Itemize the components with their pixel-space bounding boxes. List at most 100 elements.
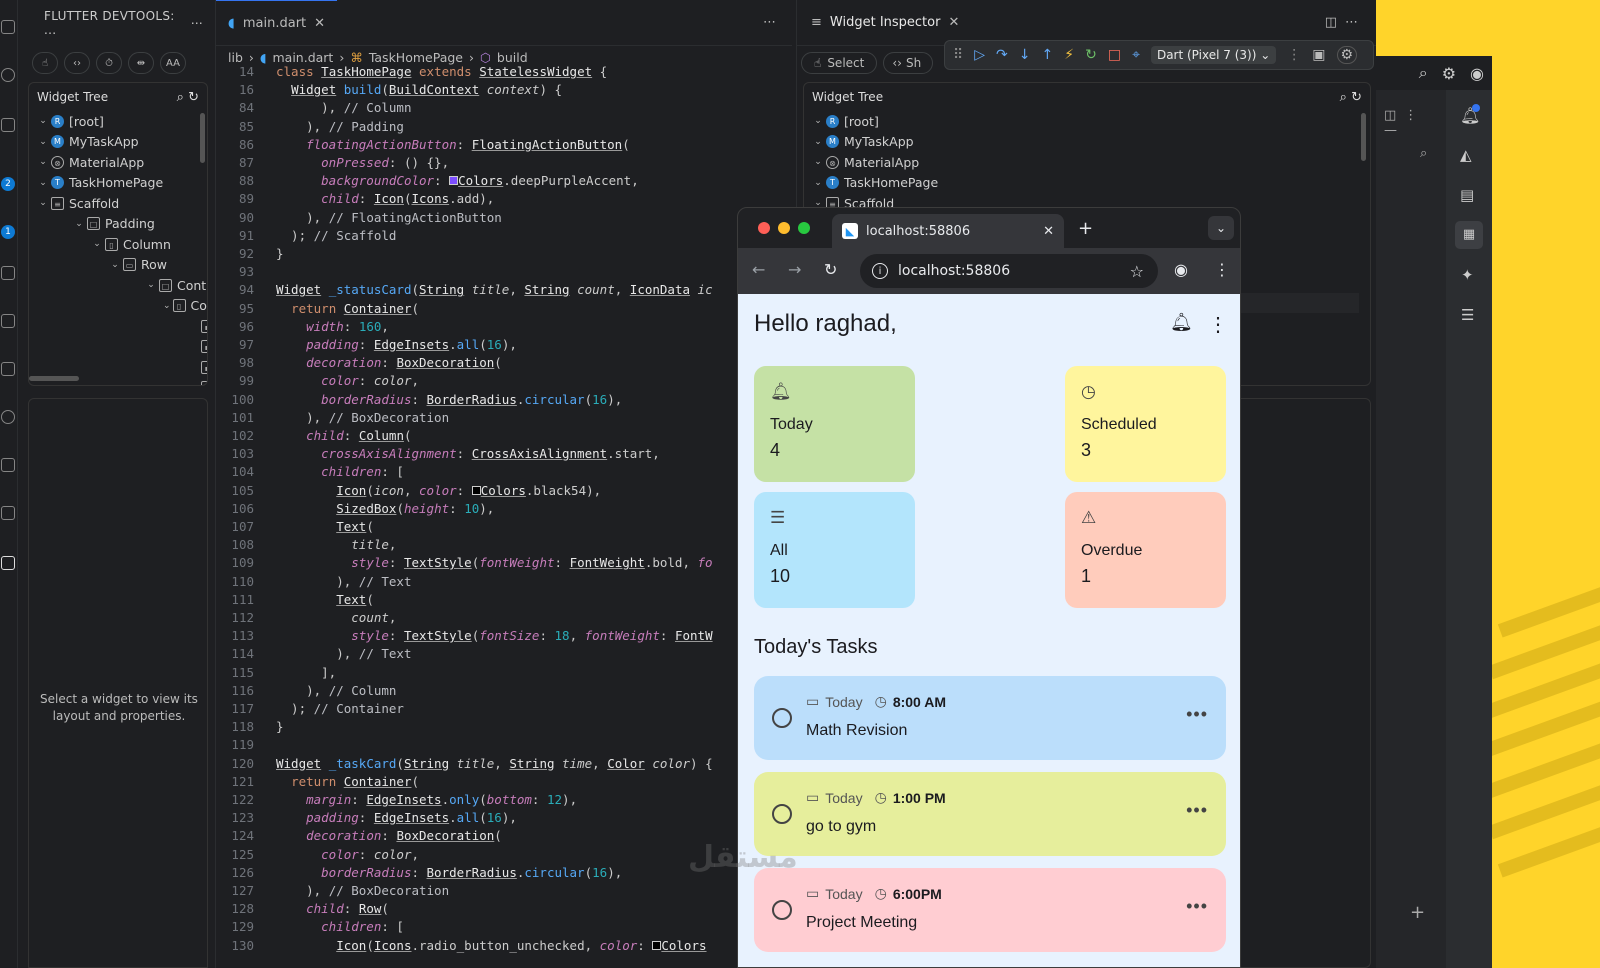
code-line[interactable]: crossAxisAlignment: CrossAxisAlignment.s… <box>276 446 660 461</box>
code-line[interactable]: decoration: BoxDecoration( <box>276 828 502 843</box>
timeline-icon[interactable] <box>1 410 15 424</box>
code-line[interactable]: ), // Text <box>276 646 411 661</box>
breadcrumb-method[interactable]: build <box>497 50 528 65</box>
code-line[interactable]: ), // BoxDecoration <box>276 410 449 425</box>
image-icon[interactable]: ▣ <box>1312 47 1325 63</box>
bookmark-star-icon[interactable]: ☆ <box>1130 262 1144 281</box>
code-line[interactable]: backgroundColor: Colors.deepPurpleAccent… <box>276 173 639 188</box>
close-icon[interactable]: ✕ <box>314 16 325 31</box>
step-over-icon[interactable]: ↷ <box>996 47 1008 63</box>
step-out-icon[interactable]: ↑ <box>1042 47 1054 63</box>
tree-item[interactable]: ⌄ T TaskHomePage <box>37 173 207 194</box>
settings-icon[interactable]: ⚙ <box>1442 64 1456 83</box>
tree-item[interactable]: ⌄ ≡ Scaffold <box>37 193 207 214</box>
devtools-icon[interactable]: ⌖ <box>1132 47 1140 63</box>
tree-item[interactable]: ⌄ R [root] <box>37 111 207 132</box>
back-icon[interactable]: ← <box>752 260 765 279</box>
code-line[interactable]: onPressed: () {}, <box>276 155 449 170</box>
remote-icon[interactable] <box>1 362 15 376</box>
code-line[interactable]: Widget _taskCard(String title, String ti… <box>276 756 713 771</box>
breadcrumb-class[interactable]: TaskHomePage <box>369 50 463 65</box>
vertical-scrollbar[interactable] <box>1361 113 1366 161</box>
forward-icon[interactable]: → <box>788 260 801 279</box>
code-line[interactable]: Icon(Icons.radio_button_unchecked, color… <box>276 938 706 953</box>
code-line[interactable]: SizedBox(height: 10), <box>276 501 494 516</box>
inspector-tab-label[interactable]: Widget Inspector <box>830 15 941 30</box>
code-line[interactable]: children: [ <box>276 919 404 934</box>
clipboard-icon[interactable]: ▦ <box>1455 221 1483 249</box>
search-icon[interactable]: ⌕ <box>177 90 184 105</box>
tree-item[interactable]: ⌄ R [root] <box>812 111 1370 132</box>
code-line[interactable]: style: TextStyle(fontWeight: FontWeight.… <box>276 555 712 570</box>
account-icon[interactable]: ◉ <box>1470 64 1484 83</box>
tree-item-truncated[interactable]: ▪ <box>37 357 207 378</box>
code-line[interactable]: child: Column( <box>276 428 411 443</box>
code-line[interactable]: ), // Text <box>276 574 411 589</box>
code-line[interactable]: borderRadius: BorderRadius.circular(16), <box>276 392 622 407</box>
stop-icon[interactable]: □ <box>1108 47 1121 63</box>
code-line[interactable]: return Container( <box>276 301 419 316</box>
tab-search-icon[interactable]: ⌄ <box>1208 216 1234 240</box>
inspect-icon[interactable]: ◭ <box>1460 146 1472 164</box>
code-line[interactable]: borderRadius: BorderRadius.circular(16), <box>276 865 622 880</box>
tree-item[interactable]: ⌄ T TaskHomePage <box>812 173 1370 194</box>
app-menu-icon[interactable]: ⋮ <box>1208 312 1228 337</box>
refresh-icon[interactable]: ↻ <box>188 90 199 105</box>
tree-item[interactable]: ⌄ M MyTaskApp <box>37 132 207 153</box>
chevron-down-icon[interactable]: ⌄ <box>37 157 49 167</box>
drag-handle-icon[interactable]: ⠿ <box>953 47 963 63</box>
add-icon[interactable]: + <box>1410 902 1425 923</box>
radio-unchecked-icon[interactable] <box>772 804 792 824</box>
code-line[interactable]: padding: EdgeInsets.all(16), <box>276 337 517 352</box>
guidelines-icon[interactable]: ⇹ <box>128 52 154 74</box>
status-card[interactable]: ⚠ Overdue 1 <box>1065 492 1226 608</box>
code-line[interactable]: title, <box>276 537 396 552</box>
breadcrumb-lib[interactable]: lib <box>228 50 243 65</box>
run-debug-icon[interactable] <box>1 266 15 280</box>
close-tab-icon[interactable]: ✕ <box>1043 224 1054 239</box>
code-line[interactable]: ), // Column <box>276 683 396 698</box>
code-line[interactable]: Text( <box>276 519 374 534</box>
task-more-icon[interactable]: ••• <box>1186 800 1208 821</box>
chevron-down-icon[interactable]: ⌄ <box>812 137 824 147</box>
chevron-down-icon[interactable]: ⌄ <box>37 137 49 147</box>
code-line[interactable]: decoration: BoxDecoration( <box>276 355 502 370</box>
maximize-window-button[interactable] <box>798 222 810 234</box>
horizontal-scrollbar[interactable] <box>29 376 79 381</box>
chevron-down-icon[interactable]: ⌄ <box>73 219 85 229</box>
status-card[interactable]: ◷ Scheduled 3 <box>1065 366 1226 482</box>
select-widget-icon[interactable]: ☝ <box>32 52 58 74</box>
site-info-icon[interactable]: i <box>872 263 888 279</box>
tree-item[interactable]: ⌄ ▭ Row <box>37 255 207 276</box>
explorer-icon[interactable] <box>1 20 15 34</box>
list-icon[interactable]: ☰ <box>1461 306 1474 324</box>
brush-icon[interactable] <box>1 506 15 520</box>
sticky-code-line[interactable]: class TaskHomePage extends StatelessWidg… <box>276 64 607 79</box>
more-icon[interactable]: ⋮ <box>1404 108 1425 123</box>
code-line[interactable]: ); // Container <box>276 701 404 716</box>
vertical-scrollbar[interactable] <box>200 113 205 163</box>
select-button[interactable]: ☝ Select <box>801 52 878 74</box>
code-line[interactable]: margin: EdgeInsets.only(bottom: 12), <box>276 792 577 807</box>
chevron-down-icon[interactable]: ⌄ <box>812 116 824 126</box>
code-toggle-icon[interactable]: ‹› <box>64 52 90 74</box>
chevron-down-icon[interactable]: ⌄ <box>163 301 171 311</box>
code-line[interactable]: count, <box>276 610 396 625</box>
code-line[interactable]: Icon(icon, color: Colors.black54), <box>276 483 601 498</box>
close-icon[interactable]: ✕ <box>948 15 959 30</box>
radio-unchecked-icon[interactable] <box>772 900 792 920</box>
source-control-icon[interactable] <box>1 118 15 132</box>
address-bar[interactable]: i localhost:58806 ☆ <box>860 254 1158 288</box>
code-line[interactable]: Text( <box>276 592 374 607</box>
inspector-more-icon[interactable]: ⋯ <box>1345 15 1358 30</box>
radio-unchecked-icon[interactable] <box>772 708 792 728</box>
hot-reload-icon[interactable]: ⚡ <box>1064 47 1074 63</box>
step-into-icon[interactable]: ↓ <box>1019 47 1031 63</box>
task-card[interactable]: ▭ Today ◷ 8:00 AM Math Revision ••• <box>754 676 1226 760</box>
status-card[interactable]: ☰ All 10 <box>754 492 915 608</box>
browser-menu-icon[interactable]: ⋮ <box>1214 260 1230 279</box>
task-more-icon[interactable]: ••• <box>1186 896 1208 917</box>
tab-main-dart[interactable]: ◖ main.dart ✕ <box>216 0 338 45</box>
tree-item[interactable]: ⌄ M MyTaskApp <box>812 132 1370 153</box>
code-line[interactable]: padding: EdgeInsets.all(16), <box>276 810 517 825</box>
